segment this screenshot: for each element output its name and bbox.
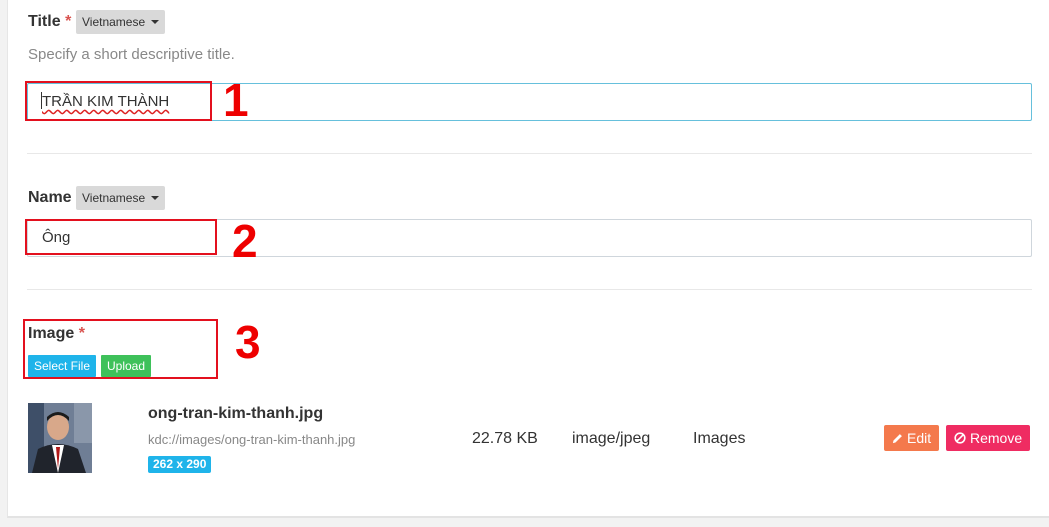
caret-down-icon — [151, 20, 160, 24]
annotation-number-2: 2 — [232, 215, 258, 267]
title-help-text: Specify a short descriptive title. — [28, 46, 235, 63]
pencil-icon — [892, 433, 902, 443]
file-name: ong-tran-kim-thanh.jpg — [148, 405, 324, 422]
annotation-number-3: 3 — [235, 316, 261, 368]
form-panel: Title * Vietnamese Specify a short descr… — [7, 0, 1049, 518]
name-label: Name — [28, 189, 72, 206]
title-label-text: Title — [28, 13, 61, 30]
file-mime-type: image/jpeg — [572, 430, 651, 447]
title-label: Title * — [28, 13, 71, 31]
divider — [27, 289, 1032, 290]
dimensions-badge: 262 x 290 — [148, 456, 212, 473]
divider — [27, 153, 1032, 154]
annotation-box-3 — [23, 319, 218, 379]
name-language-dropdown[interactable]: Vietnamese — [76, 186, 166, 210]
edit-button[interactable]: Edit — [884, 425, 940, 451]
required-mark: * — [65, 13, 72, 30]
file-path: kdc://images/ong-tran-kim-thanh.jpg — [148, 432, 356, 447]
ban-icon — [954, 432, 966, 444]
annotation-box-1 — [25, 81, 212, 121]
file-size: 22.78 KB — [472, 430, 538, 447]
portrait-image — [28, 403, 92, 473]
caret-down-icon — [151, 196, 160, 200]
annotation-number-1: 1 — [223, 74, 249, 126]
edit-button-label: Edit — [907, 430, 932, 446]
title-language-dropdown[interactable]: Vietnamese — [76, 10, 166, 34]
annotation-box-2 — [25, 219, 217, 255]
file-category: Images — [693, 430, 746, 447]
remove-button-label: Remove — [970, 430, 1023, 446]
name-language-label: Vietnamese — [82, 191, 146, 205]
remove-button[interactable]: Remove — [946, 425, 1031, 451]
file-thumbnail — [28, 403, 92, 473]
title-language-label: Vietnamese — [82, 15, 146, 29]
